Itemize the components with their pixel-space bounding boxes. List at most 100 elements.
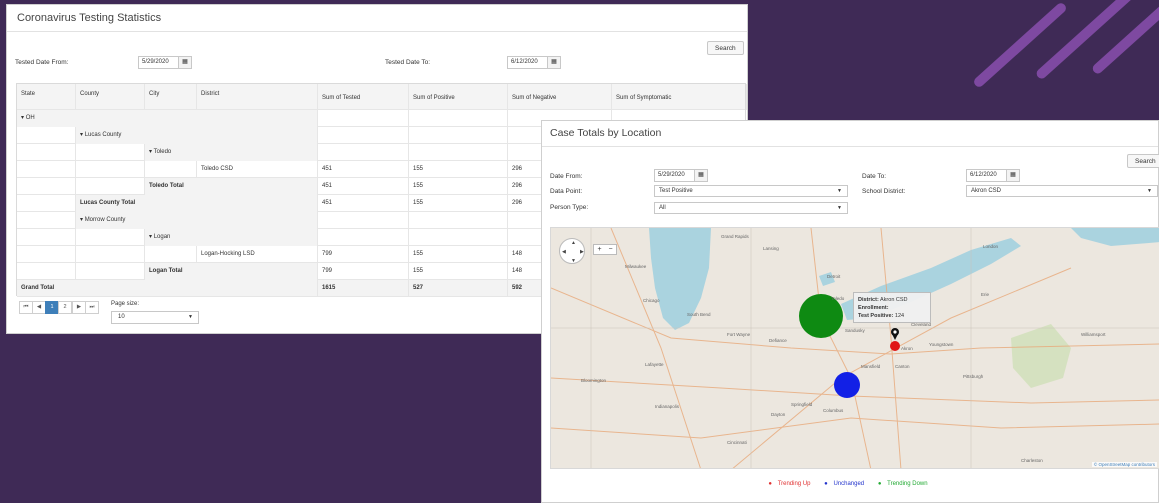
school-district-label: School District: xyxy=(862,188,906,195)
district-cell: Toledo CSD xyxy=(197,161,318,178)
tooltip-district-label: District: xyxy=(858,297,879,303)
map-label-dayton: Dayton xyxy=(771,412,786,417)
map-label-london: London xyxy=(983,244,999,249)
pin-icon xyxy=(891,328,899,340)
date-to-value: 6/12/2020 xyxy=(970,172,997,178)
chevron-down-icon: ▼ xyxy=(837,188,842,194)
map-legend: ● Trending Up ● Unchanged ● Trending Dow… xyxy=(542,481,1158,487)
page-2-button[interactable]: 2 xyxy=(58,301,72,314)
map-label-lafayette: Lafayette xyxy=(645,362,664,367)
row-group-county[interactable]: ▾ Lucas County xyxy=(76,127,318,144)
data-point-select[interactable]: Test Positive ▼ xyxy=(654,185,848,197)
case-search-button[interactable]: Search xyxy=(1127,154,1159,168)
decorative-stripe xyxy=(972,1,1068,89)
last-page-button[interactable]: ⏭ xyxy=(85,301,99,314)
map-label-williamsport: Williamsport xyxy=(1081,332,1106,337)
legend-trending-down: ● Trending Down xyxy=(877,481,928,487)
map-label-columbus: Columbus xyxy=(823,408,844,413)
value-cell: 527 xyxy=(409,280,508,297)
lake-ontario xyxy=(1071,228,1159,246)
header-city[interactable]: City xyxy=(145,84,197,110)
next-page-button[interactable]: ▶ xyxy=(72,301,86,314)
legend-trending-up: ● Trending Up xyxy=(768,481,811,487)
first-page-button[interactable]: ⏮ xyxy=(19,301,33,314)
date-from-input[interactable]: 5/29/2020 ▦ xyxy=(654,169,708,182)
date-to-label: Date To: xyxy=(862,173,887,180)
zoom-control: + − xyxy=(593,244,617,255)
date-to-input[interactable]: 6/12/2020 ▦ xyxy=(966,169,1020,182)
zoom-out-button[interactable]: − xyxy=(605,245,616,254)
value-cell: 451 xyxy=(318,161,409,178)
case-map[interactable]: Milwaukee Chicago Grand Rapids Lansing D… xyxy=(550,227,1159,469)
header-state[interactable]: State xyxy=(17,84,76,110)
page-size-select[interactable]: 10 ▼ xyxy=(111,311,199,324)
header-sum-negative[interactable]: Sum of Negative xyxy=(508,84,612,110)
calendar-icon[interactable]: ▦ xyxy=(547,57,560,68)
tooltip-positive-value: 124 xyxy=(894,313,905,319)
header-sum-tested[interactable]: Sum of Tested xyxy=(318,84,409,110)
row-group-state[interactable]: ▾ OH xyxy=(17,110,318,127)
legend-unchanged: ● Unchanged xyxy=(824,481,865,487)
prev-page-button[interactable]: ◀ xyxy=(32,301,46,314)
tooltip-enrollment-label: Enrollment: xyxy=(858,305,889,311)
map-label-akron: Akron xyxy=(901,346,913,351)
case-totals-panel: Case Totals by Location Search Date From… xyxy=(541,120,1159,503)
map-label-milwaukee: Milwaukee xyxy=(625,264,647,269)
zoom-in-button[interactable]: + xyxy=(594,245,605,254)
value-cell: 155 xyxy=(409,195,508,212)
value-cell: 799 xyxy=(318,246,409,263)
forest-area xyxy=(1011,324,1071,388)
tested-date-to-input[interactable]: 6/12/2020 ▦ xyxy=(507,56,561,69)
map-label-defiance: Defiance xyxy=(769,338,787,343)
person-type-value: All xyxy=(659,205,666,211)
person-type-label: Person Type: xyxy=(550,204,589,211)
page-size-value: 10 xyxy=(118,314,125,320)
expand-icon: ▾ xyxy=(21,115,25,121)
calendar-icon[interactable]: ▦ xyxy=(1006,170,1019,181)
expand-icon: ▾ xyxy=(149,149,153,155)
tested-date-from-input[interactable]: 5/29/2020 ▦ xyxy=(138,56,192,69)
map-attribution[interactable]: © OpenStreetMap contributors xyxy=(1091,462,1157,467)
date-from-value: 5/29/2020 xyxy=(658,172,685,178)
value-cell: 155 xyxy=(409,178,508,195)
person-type-select[interactable]: All ▼ xyxy=(654,202,848,214)
header-district[interactable]: District xyxy=(197,84,318,110)
map-label-indianapolis: Indianapolis xyxy=(655,404,680,409)
map-label-toledo: Toledo xyxy=(831,296,845,301)
date-from-label: Date From: xyxy=(550,173,583,180)
school-district-select[interactable]: Akron CSD ▼ xyxy=(966,185,1158,197)
marker-akron xyxy=(890,341,900,351)
header-sum-symptomatic[interactable]: Sum of Symptomatic xyxy=(612,84,747,110)
map-label-chicago: Chicago xyxy=(643,298,660,303)
map-tooltip: District: Akron CSD Enrollment: Test Pos… xyxy=(853,292,931,323)
map-label-springfield: Springfield xyxy=(791,402,813,407)
subtotal-label: Lucas County Total xyxy=(76,195,318,212)
pan-control[interactable]: ▲ ◀ ▶ ▼ xyxy=(559,238,585,264)
grand-total-label: Grand Total xyxy=(17,280,318,297)
map-label-sandusky: Sandusky xyxy=(845,328,865,333)
pivot-header-row: State County City District Sum of Tested… xyxy=(17,84,747,110)
subtotal-label: Logan Total xyxy=(145,263,318,280)
map-label-charleston: Charleston xyxy=(1021,458,1043,463)
value-cell: 1615 xyxy=(318,280,409,297)
bubble-columbus xyxy=(834,372,860,398)
tooltip-positive-label: Test Positive: xyxy=(858,313,894,319)
subtotal-label: Toledo Total xyxy=(145,178,318,195)
map-label-detroit: Detroit xyxy=(827,274,841,279)
page-1-button[interactable]: 1 xyxy=(45,301,59,314)
row-group-city[interactable]: ▾ Logan xyxy=(145,229,318,246)
value-cell: 155 xyxy=(409,161,508,178)
row-group-county[interactable]: ▾ Morrow County xyxy=(76,212,318,229)
data-point-value: Test Positive xyxy=(659,188,693,194)
map-label-fort-wayne: Fort Wayne xyxy=(727,332,751,337)
testing-search-button[interactable]: Search xyxy=(707,41,744,55)
header-sum-positive[interactable]: Sum of Positive xyxy=(409,84,508,110)
case-panel-title: Case Totals by Location xyxy=(542,121,1158,147)
tested-date-to-value: 6/12/2020 xyxy=(511,59,538,65)
map-label-canton: Canton xyxy=(895,364,910,369)
row-group-city[interactable]: ▾ Toledo xyxy=(145,144,318,161)
calendar-icon[interactable]: ▦ xyxy=(178,57,191,68)
header-county[interactable]: County xyxy=(76,84,145,110)
calendar-icon[interactable]: ▦ xyxy=(694,170,707,181)
chevron-down-icon: ▼ xyxy=(1147,188,1152,194)
